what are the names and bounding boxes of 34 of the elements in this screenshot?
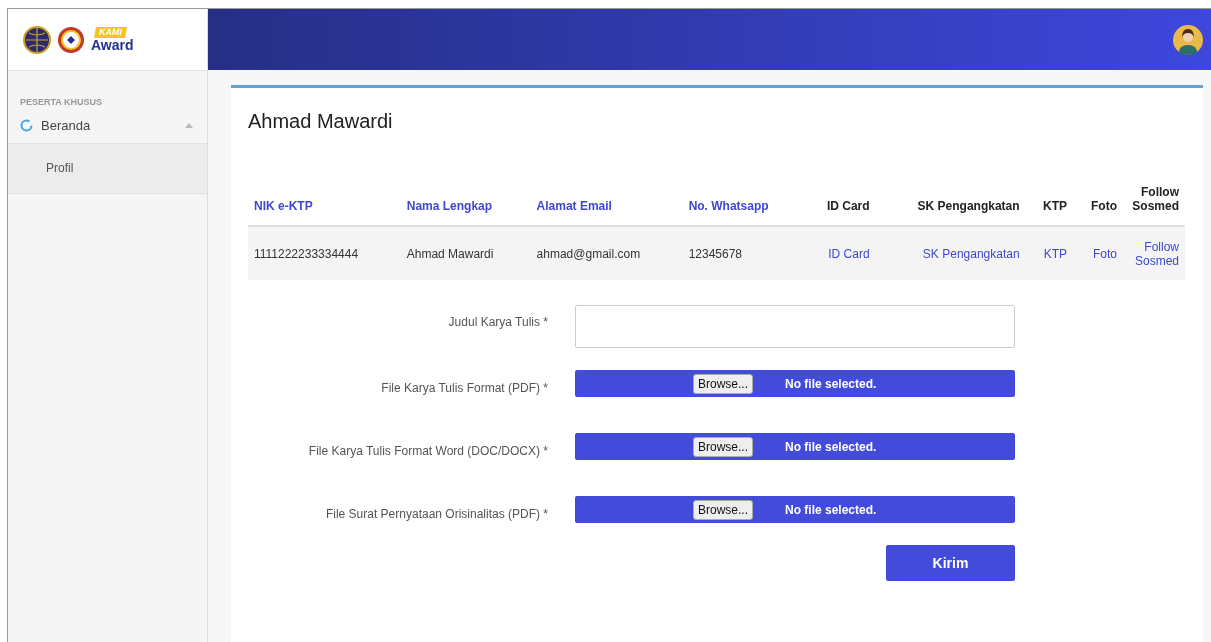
table-link[interactable]: Follow Sosmed [1123, 226, 1185, 280]
table-cell: 1111222233334444 [248, 226, 401, 280]
logo-badge: KAMI [94, 27, 127, 38]
file-input[interactable]: Browse... No file selected. [575, 370, 1015, 397]
submit-button[interactable]: Kirim [886, 545, 1015, 581]
table-cell: 12345678 [682, 226, 804, 280]
emblem-icon [57, 25, 85, 54]
table-link[interactable]: KTP [1025, 226, 1073, 280]
table-cell: Ahmad Mawardi [400, 226, 531, 280]
browse-button[interactable]: Browse... [693, 373, 753, 394]
table-link[interactable]: SK Pengangkatan [875, 226, 1026, 280]
table-link[interactable]: Foto [1072, 226, 1123, 280]
field-label: Judul Karya Tulis * [447, 314, 548, 331]
browse-button[interactable]: Browse... [693, 436, 753, 457]
caret-icon[interactable] [185, 122, 193, 128]
field-label: File Surat Pernyataan Orisinalitas (PDF) * [324, 506, 548, 523]
field-label: File Karya Tulis Format Word (DOC/DOCX) * [307, 443, 548, 460]
input-field[interactable] [575, 305, 1015, 348]
logo-text: Award [91, 38, 134, 52]
file-input[interactable]: Browse... No file selected. [575, 496, 1015, 523]
file-status: No file selected. [785, 439, 877, 454]
file-status: No file selected. [785, 376, 877, 391]
table-link[interactable]: ID Card [803, 226, 876, 280]
browse-button[interactable]: Browse... [693, 499, 753, 520]
avatar-icon[interactable] [1173, 24, 1203, 55]
table-cell: ahmad@gmail.com [530, 226, 683, 280]
page-title: Ahmad Mawardi [248, 110, 394, 133]
field-label: File Karya Tulis Format (PDF) * [380, 380, 548, 397]
loading-ring-icon [20, 118, 33, 132]
file-status: No file selected. [785, 502, 877, 517]
file-input[interactable]: Browse... No file selected. [575, 433, 1015, 460]
sidebar-subitem[interactable]: Profil [8, 144, 207, 194]
globe-emblem-icon [23, 25, 51, 54]
sidebar-section-title: PESERTA KHUSUS [19, 96, 103, 107]
